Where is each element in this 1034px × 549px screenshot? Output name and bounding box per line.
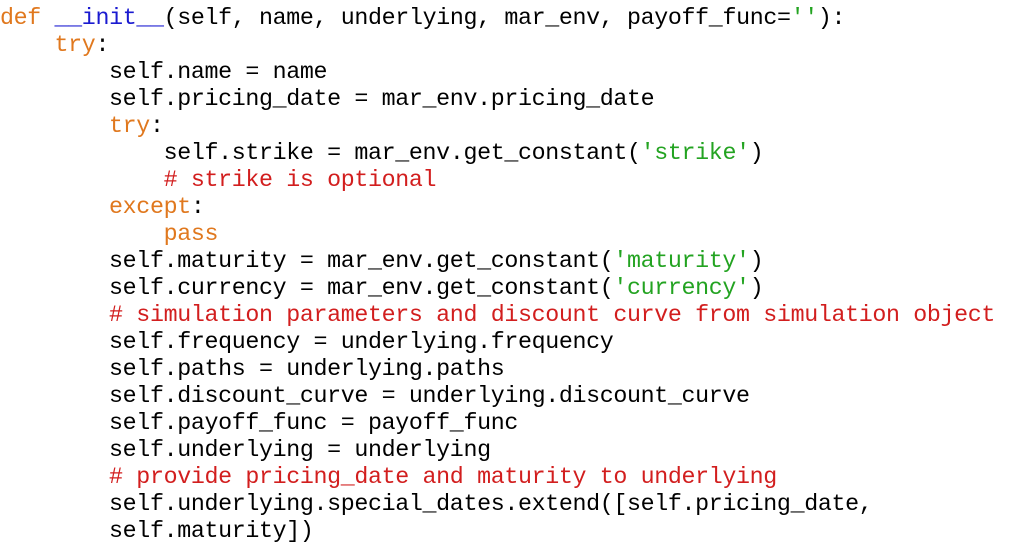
code-text-token: self.underlying.special_dates.extend([se… (109, 491, 873, 517)
code-text-token: : (95, 32, 110, 58)
function-name-token: __init__ (54, 5, 164, 31)
comment-token: # provide pricing_date and maturity to u… (109, 464, 777, 490)
code-line: # simulation parameters and discount cur… (0, 302, 995, 329)
code-line: self.payoff_func = payoff_func (0, 410, 995, 437)
keyword-token: pass (163, 221, 219, 247)
code-line: # strike is optional (0, 167, 995, 194)
code-line: pass (0, 221, 995, 248)
string-token: '' (790, 5, 819, 31)
keyword-token: def (0, 5, 41, 31)
code-line: self.discount_curve = underlying.discoun… (0, 383, 995, 410)
code-line: self.pricing_date = mar_env.pricing_date (0, 86, 995, 113)
code-line: def __init__(self, name, underlying, mar… (0, 5, 995, 32)
code-line: except: (0, 194, 995, 221)
code-text-token: self.name = name (109, 59, 328, 85)
code-text-token: ) (749, 248, 764, 274)
code-text-token: self.maturity]) (109, 518, 314, 544)
string-token: 'maturity' (613, 248, 750, 274)
code-line: self.frequency = underlying.frequency (0, 329, 995, 356)
code-line: try: (0, 113, 995, 140)
keyword-token: except (109, 194, 191, 220)
comment-token: # strike is optional (163, 167, 437, 193)
code-text-token: : (190, 194, 205, 220)
code-text-token: ) (749, 140, 764, 166)
comment-token: # simulation parameters and discount cur… (109, 302, 996, 328)
string-token: 'currency' (613, 275, 750, 301)
code-text-token: self.currency = mar_env.get_constant( (109, 275, 614, 301)
code-text-token: ): (817, 5, 846, 31)
code-text-token: ) (749, 275, 764, 301)
code-text-token: (self, name, underlying, mar_env, payoff… (163, 5, 791, 31)
code-text-token: self.pricing_date = mar_env.pricing_date (109, 86, 655, 112)
code-text-token: self.payoff_func = payoff_func (109, 410, 518, 436)
code-line: self.maturity = mar_env.get_constant('ma… (0, 248, 995, 275)
code-line: self.underlying.special_dates.extend([se… (0, 491, 995, 518)
keyword-token: try (109, 113, 150, 139)
code-line: self.underlying = underlying (0, 437, 995, 464)
code-text-token: self.underlying = underlying (109, 437, 491, 463)
code-text-token: self.paths = underlying.paths (109, 356, 505, 382)
code-block: def __init__(self, name, underlying, mar… (0, 5, 995, 545)
code-text-token: self.strike = mar_env.get_constant( (163, 140, 641, 166)
code-text-token: self.discount_curve = underlying.discoun… (109, 383, 750, 409)
code-text-token: self.maturity = mar_env.get_constant( (109, 248, 614, 274)
string-token: 'strike' (640, 140, 750, 166)
code-line: self.maturity]) (0, 518, 995, 545)
code-line: self.strike = mar_env.get_constant('stri… (0, 140, 995, 167)
code-line: self.currency = mar_env.get_constant('cu… (0, 275, 995, 302)
code-text-token: : (149, 113, 164, 139)
code-text-token: self.frequency = underlying.frequency (109, 329, 614, 355)
keyword-token: try (54, 32, 96, 58)
code-line: self.paths = underlying.paths (0, 356, 995, 383)
code-line: self.name = name (0, 59, 995, 86)
code-line: # provide pricing_date and maturity to u… (0, 464, 995, 491)
code-line: try: (0, 32, 995, 59)
